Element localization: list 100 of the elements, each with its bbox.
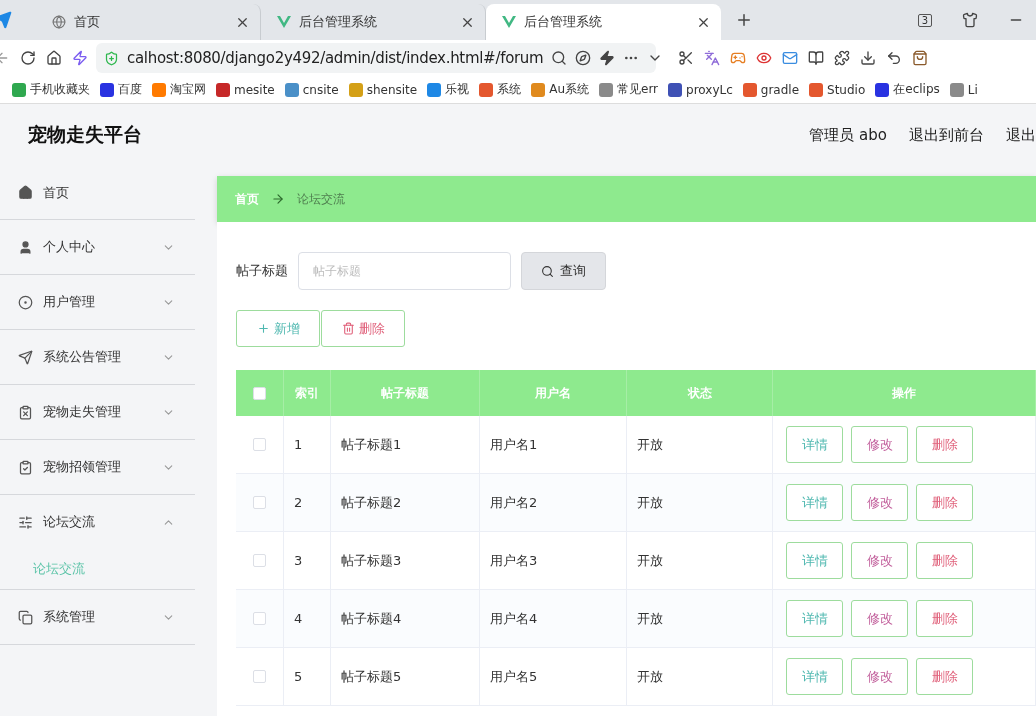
query-button[interactable]: 查询 [521,252,606,290]
row-action-button[interactable]: 删除 [916,426,973,463]
puzzle-icon[interactable] [834,50,850,66]
bookmark[interactable]: mesite [216,82,275,97]
sliders-icon [18,514,33,530]
table-cell: 用户名2 [480,474,627,532]
row-action-button[interactable]: 删除 [916,484,973,521]
sidebar-item[interactable]: 宠物走失管理 [0,385,195,439]
translate-icon[interactable] [704,50,720,66]
column-header: 状态 [627,370,773,416]
column-header: 用户名 [480,370,627,416]
clipboard-check-icon [18,459,33,475]
lightning-icon[interactable] [599,50,616,66]
home-icon [18,185,33,200]
row-action-button[interactable]: 删除 [916,542,973,579]
gamepad-icon[interactable] [730,50,746,66]
bookmark[interactable]: cnsite [284,82,339,97]
header-link[interactable]: 退出到前台 [909,125,984,145]
table-cell: 用户名5 [480,648,627,706]
column-header: 帖子标题 [331,370,480,416]
bookmark[interactable]: proxyLc [668,82,733,97]
row-checkbox[interactable] [253,554,266,567]
bookmark[interactable]: gradle [742,82,800,97]
delete-button[interactable]: 删除 [321,310,405,347]
bookmark[interactable]: shensite [348,82,418,97]
row-action-button[interactable]: 修改 [851,426,908,463]
download-icon[interactable] [860,50,876,66]
row-action-button[interactable]: 修改 [851,658,908,695]
user-icon [18,239,33,255]
plus-icon [256,322,270,335]
logo-icon [502,16,516,28]
header-link[interactable]: 退出 [1006,125,1036,145]
sidebar-item[interactable]: 用户管理 [0,275,195,329]
column-header: 索引 [284,370,331,416]
table-cell: 帖子标题3 [331,532,480,590]
browser-tab[interactable]: 后台管理系统 [486,4,721,40]
table-cell: 帖子标题4 [331,590,480,648]
row-action-button[interactable]: 删除 [916,658,973,695]
row-checkbox[interactable] [253,612,266,625]
table-cell: 4 [284,590,331,648]
book-icon[interactable] [808,50,824,66]
breadcrumb-current: 论坛交流 [297,190,345,208]
table-cell: 1 [284,416,331,474]
table-cell: 开放 [627,590,773,648]
search-label: 帖子标题 [236,262,288,280]
table-cell: 开放 [627,532,773,590]
row-action-button[interactable]: 修改 [851,484,908,521]
scissors-icon[interactable] [678,50,694,66]
bookmark[interactable]: Studio [809,82,866,97]
table-cell: 开放 [627,474,773,532]
bookmark[interactable]: 在eclips [875,81,940,98]
row-checkbox[interactable] [253,670,266,683]
sidebar-item[interactable]: 论坛交流 [0,495,195,549]
ring-icon [18,294,33,310]
shirt-icon[interactable] [962,12,978,28]
table-cell: 2 [284,474,331,532]
bookmark[interactable]: 乐视 [427,81,470,98]
table-cell: 用户名3 [480,532,627,590]
sidebar-item[interactable]: 个人中心 [0,220,195,274]
search-icon [541,264,554,278]
compass-icon[interactable] [575,50,592,66]
sidebar-item[interactable]: 首页 [0,166,195,220]
mail-icon[interactable] [782,50,798,66]
bookmark[interactable]: 常见err [599,81,659,98]
sidebar-item[interactable]: 宠物招领管理 [0,440,195,494]
copy-icon [18,609,33,625]
bookmark[interactable]: Au系统 [531,81,589,98]
reload-icon[interactable] [20,50,36,66]
bag-icon[interactable] [912,50,928,66]
table-cell: 开放 [627,416,773,474]
clipboard-x-icon [18,404,33,420]
table-cell: 开放 [627,648,773,706]
zoom-icon[interactable] [551,50,568,66]
table-cell: 用户名4 [480,590,627,648]
new-tab-icon[interactable] [735,11,753,29]
search-field[interactable]: 帖子标题 [298,252,511,290]
table-cell: 帖子标题2 [331,474,480,532]
bookmark[interactable]: 系统 [479,81,522,98]
sidebar-item[interactable]: 系统公告管理 [0,330,195,384]
app-title: 宠物走失平台 [28,122,143,147]
row-action-button[interactable]: 修改 [851,542,908,579]
table-cell: 帖子标题5 [331,648,480,706]
home-icon[interactable] [46,50,62,66]
sidebar-item[interactable]: 系统管理 [0,590,195,644]
table-cell: 用户名1 [480,416,627,474]
row-checkbox[interactable] [253,438,266,451]
row-action-button[interactable]: 删除 [916,600,973,637]
user-name: 管理员 abo [809,125,887,145]
trash-icon [341,322,355,335]
select-all-checkbox[interactable] [253,386,266,400]
bookmark[interactable]: 百度 [100,81,142,98]
tab-count[interactable]: 3 [917,13,932,27]
table-cell: 帖子标题1 [331,416,480,474]
bookmark[interactable]: Li [949,82,978,97]
row-checkbox[interactable] [253,496,266,509]
bookmark[interactable]: 手机收藏夹 [12,81,90,98]
bookmark[interactable]: 淘宝网 [152,81,206,98]
row-action-button[interactable]: 修改 [851,600,908,637]
undo-icon[interactable] [886,50,902,66]
eye-icon[interactable] [756,50,772,66]
